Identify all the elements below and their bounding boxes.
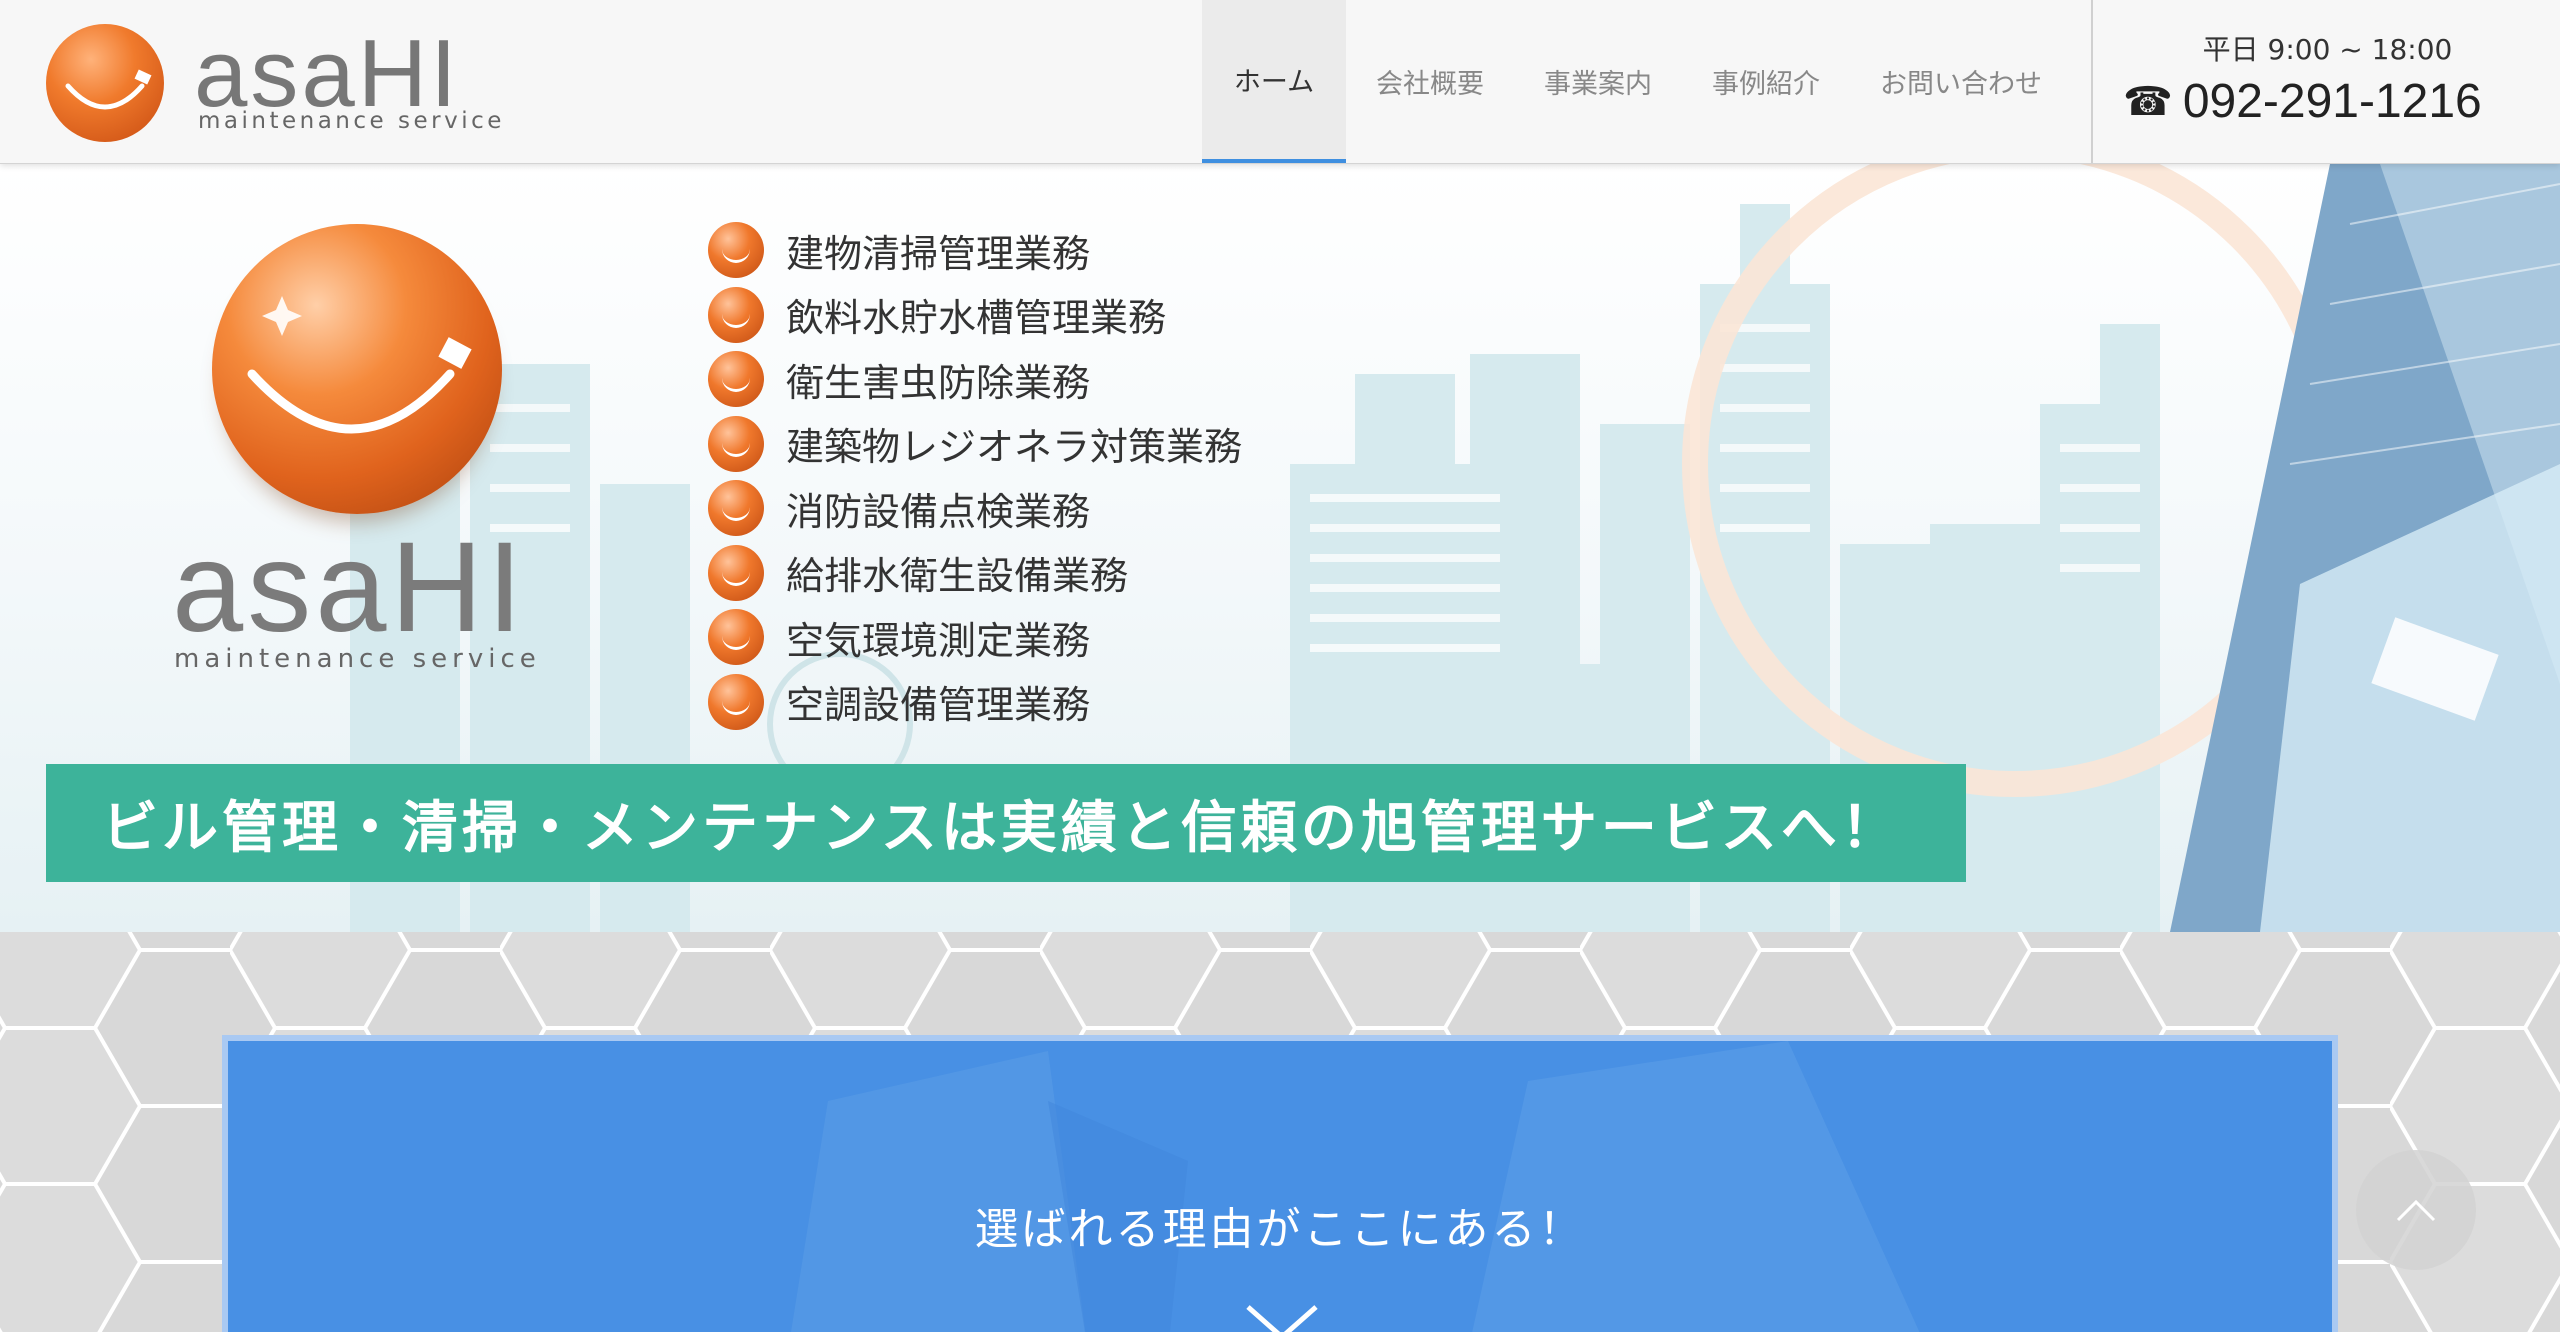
service-label: 消防設備点検業務 xyxy=(786,489,1091,534)
scroll-to-top-button[interactable] xyxy=(2356,1150,2476,1270)
service-item: 消防設備点検業務 xyxy=(708,476,1242,541)
hero-banner: asaHI maintenance service 建物清掃管理業務 飲料水貯水… xyxy=(0,164,2560,932)
contact-block: 平日 9:00 ~ 18:00 ☎ 092-291-1216 xyxy=(2091,0,2560,163)
building-photo-background xyxy=(791,1041,1920,1332)
chevron-down-icon[interactable] xyxy=(1244,1303,1320,1332)
reason-card: 選ばれる理由がここにある！ xyxy=(222,1035,2338,1332)
service-label: 建物清掃管理業務 xyxy=(786,231,1091,276)
nav-cases[interactable]: 事例紹介 xyxy=(1682,0,1850,163)
service-item: 衛生害虫防除業務 xyxy=(708,347,1242,412)
bullet-ball-icon xyxy=(708,415,764,472)
bullet-ball-icon xyxy=(708,673,764,730)
service-label: 建築物レジオネラ対策業務 xyxy=(786,425,1243,470)
bullet-ball-icon xyxy=(708,351,764,408)
service-list: 建物清掃管理業務 飲料水貯水槽管理業務 衛生害虫防除業務 建築物レジオネラ対策業… xyxy=(708,218,1242,734)
hero-logo: asaHI maintenance service xyxy=(170,224,570,704)
service-label: 空気環境測定業務 xyxy=(786,618,1091,663)
service-label: 衛生害虫防除業務 xyxy=(786,360,1091,405)
main-nav: ホーム 会社概要 事業案内 事例紹介 お問い合わせ xyxy=(1202,0,2072,163)
service-item: 空調設備管理業務 xyxy=(708,670,1242,735)
bullet-ball-icon xyxy=(708,544,764,601)
phone-number: 092-291-1216 xyxy=(2182,75,2482,128)
service-item: 給排水衛生設備業務 xyxy=(708,541,1242,606)
nav-home[interactable]: ホーム xyxy=(1202,0,1346,163)
reasons-section: 選ばれる理由がここにある！ xyxy=(0,932,2560,1332)
bullet-ball-icon xyxy=(708,222,764,279)
tagline-banner: ビル管理・清掃・メンテナンスは実績と信頼の旭管理サービスへ！ xyxy=(46,764,1966,882)
service-label: 給排水衛生設備業務 xyxy=(786,554,1129,599)
phone-link[interactable]: ☎ 092-291-1216 xyxy=(2123,74,2482,129)
bullet-ball-icon xyxy=(708,609,764,666)
bullet-ball-icon xyxy=(708,286,764,343)
service-item: 建築物レジオネラ対策業務 xyxy=(708,412,1242,477)
smile-ball-icon xyxy=(212,224,502,514)
service-item: 飲料水貯水槽管理業務 xyxy=(708,283,1242,348)
service-item: 空気環境測定業務 xyxy=(708,605,1242,670)
phone-icon: ☎ xyxy=(2123,79,2173,124)
chevron-up-icon xyxy=(2396,1199,2436,1222)
hero-logo-wordmark: asaHI xyxy=(172,516,527,659)
reason-title: 選ばれる理由がここにある！ xyxy=(974,1204,1586,1255)
business-hours: 平日 9:00 ~ 18:00 xyxy=(2202,33,2453,66)
bullet-ball-icon xyxy=(708,480,764,537)
site-logo[interactable]: asaHI maintenance service xyxy=(46,20,506,145)
nav-contact[interactable]: お問い合わせ xyxy=(1850,0,2072,163)
site-header: asaHI maintenance service ホーム 会社概要 事業案内 … xyxy=(0,0,2560,164)
hero-logo-tagline: maintenance service xyxy=(174,644,541,674)
nav-services[interactable]: 事業案内 xyxy=(1514,0,1682,163)
logo-tagline: maintenance service xyxy=(198,108,505,134)
service-label: 空調設備管理業務 xyxy=(786,683,1091,728)
service-item: 建物清掃管理業務 xyxy=(708,218,1242,283)
nav-company[interactable]: 会社概要 xyxy=(1346,0,1514,163)
service-label: 飲料水貯水槽管理業務 xyxy=(786,296,1167,341)
logo-smile-ball-icon xyxy=(46,24,164,142)
